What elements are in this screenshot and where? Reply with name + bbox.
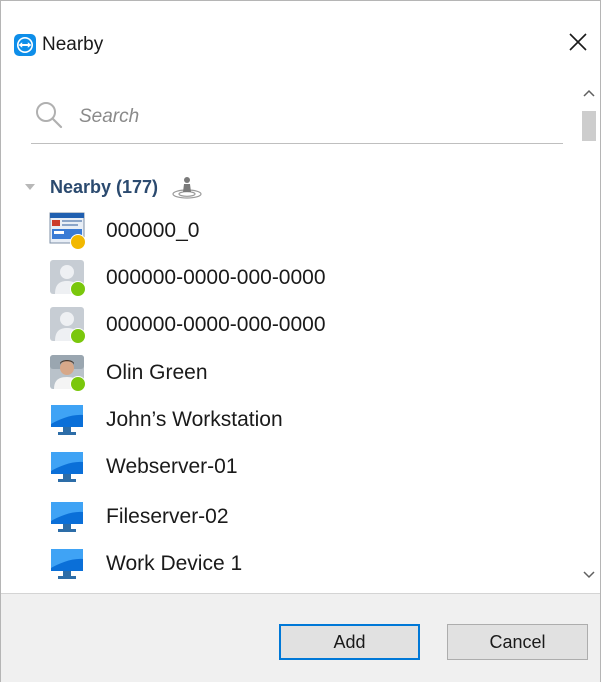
list-item-label: 000000_0 (106, 219, 200, 242)
scrollbar-thumb[interactable] (582, 111, 596, 141)
status-online-indicator (70, 328, 86, 344)
list-item[interactable]: 000000_0 (48, 208, 568, 254)
window-title: Nearby (42, 34, 104, 55)
search-icon (36, 102, 63, 129)
status-online-indicator (70, 281, 86, 297)
list-item-label: 000000-0000-000-0000 (106, 266, 326, 289)
nearby-radar-icon (172, 177, 202, 199)
monitor-icon (48, 497, 92, 537)
list-item[interactable]: John’s Workstation (48, 397, 568, 443)
status-away-indicator (70, 234, 86, 250)
search-input[interactable] (77, 101, 551, 133)
list-item-label: Work Device 1 (106, 552, 243, 575)
list-item[interactable]: 000000-0000-000-0000 (48, 302, 568, 348)
close-icon (569, 33, 587, 51)
list-item-label: Fileserver-02 (106, 505, 229, 528)
close-button[interactable] (561, 25, 595, 59)
scroll-up-arrow-icon[interactable] (582, 87, 596, 101)
list-item[interactable]: Webserver-01 (48, 444, 568, 490)
status-online-indicator (70, 376, 86, 392)
list-scrollbar[interactable] (579, 81, 599, 591)
list-item-label: Webserver-01 (106, 455, 238, 478)
group-header-nearby[interactable]: Nearby (177) (24, 173, 204, 201)
title-bar: Nearby (1, 1, 600, 81)
contact-photo-icon (48, 353, 92, 393)
dialog-footer: Add Cancel (1, 593, 600, 682)
search-box (31, 93, 563, 144)
list-item-label: 000000-0000-000-0000 (106, 313, 326, 336)
group-label: Nearby (177) (50, 176, 159, 197)
list-item-label: John’s Workstation (106, 408, 283, 431)
list-item[interactable]: 000000-0000-000-0000 (48, 255, 568, 301)
computer-screenshot-icon (48, 211, 92, 251)
list-item-label: Olin Green (106, 361, 208, 384)
add-button[interactable]: Add (279, 624, 420, 660)
cancel-button[interactable]: Cancel (447, 624, 588, 660)
list-item[interactable]: Olin Green (48, 350, 568, 396)
expand-caret-icon[interactable] (24, 181, 36, 193)
teamviewer-logo-icon (14, 34, 36, 56)
list-item[interactable]: Fileserver-02 (48, 494, 568, 540)
list-item[interactable]: Work Device 1 (48, 541, 568, 587)
nearby-dialog: Nearby Nearby (177) (0, 0, 601, 682)
contact-placeholder-icon (48, 258, 92, 298)
monitor-icon (48, 544, 92, 584)
monitor-icon (48, 447, 92, 487)
monitor-icon (48, 400, 92, 440)
contact-placeholder-icon (48, 305, 92, 345)
scroll-down-arrow-icon[interactable] (582, 567, 596, 581)
